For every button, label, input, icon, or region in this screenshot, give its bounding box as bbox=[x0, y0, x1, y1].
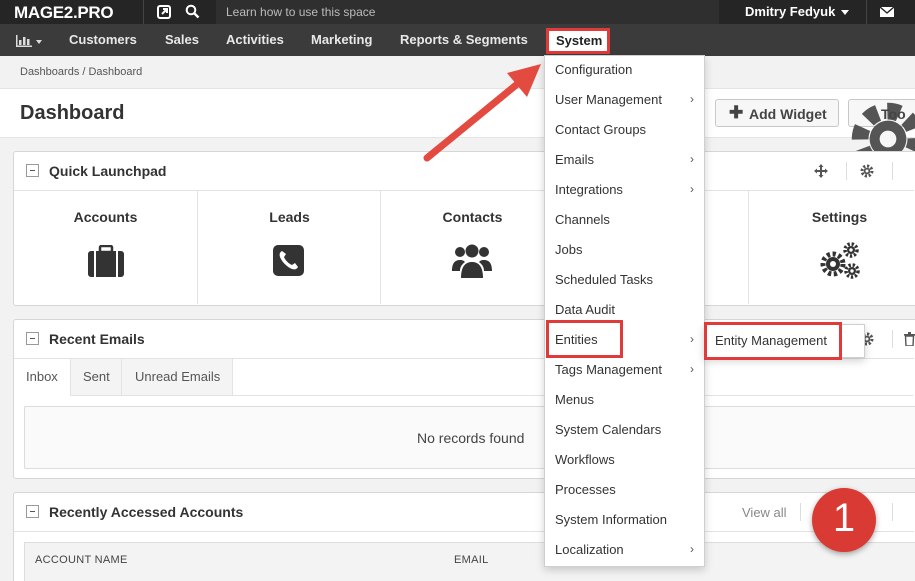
menu-item-scheduled-tasks[interactable]: Scheduled Tasks bbox=[555, 272, 653, 287]
gears-icon bbox=[820, 242, 860, 279]
shortcut-icon[interactable] bbox=[157, 5, 171, 19]
divider bbox=[800, 503, 801, 521]
widget-title: Recently Accessed Accounts bbox=[49, 504, 244, 520]
chevron-right-icon: › bbox=[690, 92, 694, 106]
nav-customers[interactable]: Customers bbox=[69, 32, 137, 47]
logo[interactable]: MAGE2.PRO bbox=[14, 3, 114, 23]
add-widget-button[interactable]: ✚ Add Widget bbox=[715, 99, 839, 127]
divider bbox=[866, 0, 867, 24]
menu-item-emails[interactable]: Emails bbox=[555, 152, 594, 167]
move-icon[interactable] bbox=[814, 164, 828, 178]
menu-item-localization[interactable]: Localization bbox=[555, 542, 624, 557]
menu-item-workflows[interactable]: Workflows bbox=[555, 452, 615, 467]
menu-item-processes[interactable]: Processes bbox=[555, 482, 616, 497]
tools-label: Too bbox=[881, 106, 906, 122]
column-header[interactable]: ACCOUNT NAME bbox=[35, 554, 128, 566]
menu-item-entity-management[interactable]: Entity Management bbox=[715, 333, 827, 348]
tab-label: Sent bbox=[83, 369, 110, 384]
trash-icon[interactable] bbox=[904, 332, 915, 346]
collapse-button[interactable] bbox=[26, 505, 39, 518]
user-menu[interactable]: Dmitry Fedyuk bbox=[745, 4, 835, 19]
divider bbox=[892, 330, 893, 348]
launch-contacts-label: Contacts bbox=[442, 209, 503, 225]
tab-sent[interactable]: Sent bbox=[71, 359, 122, 396]
nav-reports-segments[interactable]: Reports & Segments bbox=[400, 32, 528, 47]
mail-icon[interactable] bbox=[880, 7, 894, 17]
view-all-link[interactable]: View all bbox=[742, 505, 787, 520]
menu-item-configuration[interactable]: Configuration bbox=[555, 62, 632, 77]
chevron-down-icon[interactable] bbox=[36, 40, 42, 44]
menu-item-contact-groups[interactable]: Contact Groups bbox=[555, 122, 646, 137]
tab-inbox[interactable]: Inbox bbox=[14, 359, 71, 396]
menu-item-integrations[interactable]: Integrations bbox=[555, 182, 623, 197]
nav-activities[interactable]: Activities bbox=[226, 32, 284, 47]
search-icon[interactable] bbox=[185, 4, 200, 19]
divider bbox=[143, 0, 144, 24]
users-icon bbox=[452, 244, 492, 278]
plus-icon: ✚ bbox=[729, 103, 744, 122]
menu-item-system-calendars[interactable]: System Calendars bbox=[555, 422, 661, 437]
chevron-right-icon: › bbox=[690, 332, 694, 346]
gear-icon[interactable] bbox=[860, 164, 874, 178]
launch-leads-label: Leads bbox=[269, 209, 310, 225]
menu-item-data-audit[interactable]: Data Audit bbox=[555, 302, 615, 317]
divider bbox=[892, 162, 893, 180]
nav-sales[interactable]: Sales bbox=[165, 32, 199, 47]
step-number: 1 bbox=[832, 496, 856, 540]
tab-label: Unread Emails bbox=[135, 369, 221, 384]
phone-icon bbox=[273, 245, 304, 276]
empty-state-text: No records found bbox=[417, 430, 525, 446]
menu-item-jobs[interactable]: Jobs bbox=[555, 242, 582, 257]
chevron-down-icon[interactable] bbox=[841, 10, 849, 15]
annotation-arrow bbox=[423, 64, 541, 162]
add-widget-label: Add Widget bbox=[749, 106, 827, 122]
menu-item-entities[interactable]: Entities bbox=[555, 332, 598, 347]
widget-title: Quick Launchpad bbox=[49, 163, 167, 179]
chevron-right-icon: › bbox=[690, 152, 694, 166]
launch-accounts-label: Accounts bbox=[73, 209, 138, 225]
collapse-button[interactable] bbox=[26, 164, 39, 177]
menu-item-channels[interactable]: Channels bbox=[555, 212, 610, 227]
nav-marketing[interactable]: Marketing bbox=[311, 32, 372, 47]
menu-item-menus[interactable]: Menus bbox=[555, 392, 594, 407]
tab-unread-emails[interactable]: Unread Emails bbox=[122, 359, 233, 396]
chevron-right-icon: › bbox=[690, 542, 694, 556]
menu-item-system-information[interactable]: System Information bbox=[555, 512, 667, 527]
chevron-right-icon: › bbox=[690, 182, 694, 196]
dashboard-chart-icon[interactable] bbox=[16, 35, 32, 47]
page-title: Dashboard bbox=[20, 102, 125, 124]
divider bbox=[14, 531, 914, 532]
column-header[interactable]: EMAIL bbox=[454, 554, 489, 566]
tools-button[interactable]: Too bbox=[848, 99, 915, 176]
breadcrumb: Dashboards / Dashboard bbox=[20, 66, 143, 78]
briefcase-icon bbox=[88, 245, 124, 277]
chevron-right-icon: › bbox=[690, 362, 694, 376]
menu-item-tags-management[interactable]: Tags Management bbox=[555, 362, 662, 377]
divider bbox=[892, 503, 893, 521]
nav-system[interactable]: System bbox=[556, 33, 602, 48]
menu-item-user-management[interactable]: User Management bbox=[555, 92, 662, 107]
launch-settings-label: Settings bbox=[811, 209, 868, 225]
widget-title: Recent Emails bbox=[49, 331, 145, 347]
divider bbox=[846, 162, 847, 180]
collapse-button[interactable] bbox=[26, 332, 39, 345]
help-placeholder: Learn how to use this space bbox=[226, 5, 376, 19]
tab-label: Inbox bbox=[26, 369, 58, 384]
